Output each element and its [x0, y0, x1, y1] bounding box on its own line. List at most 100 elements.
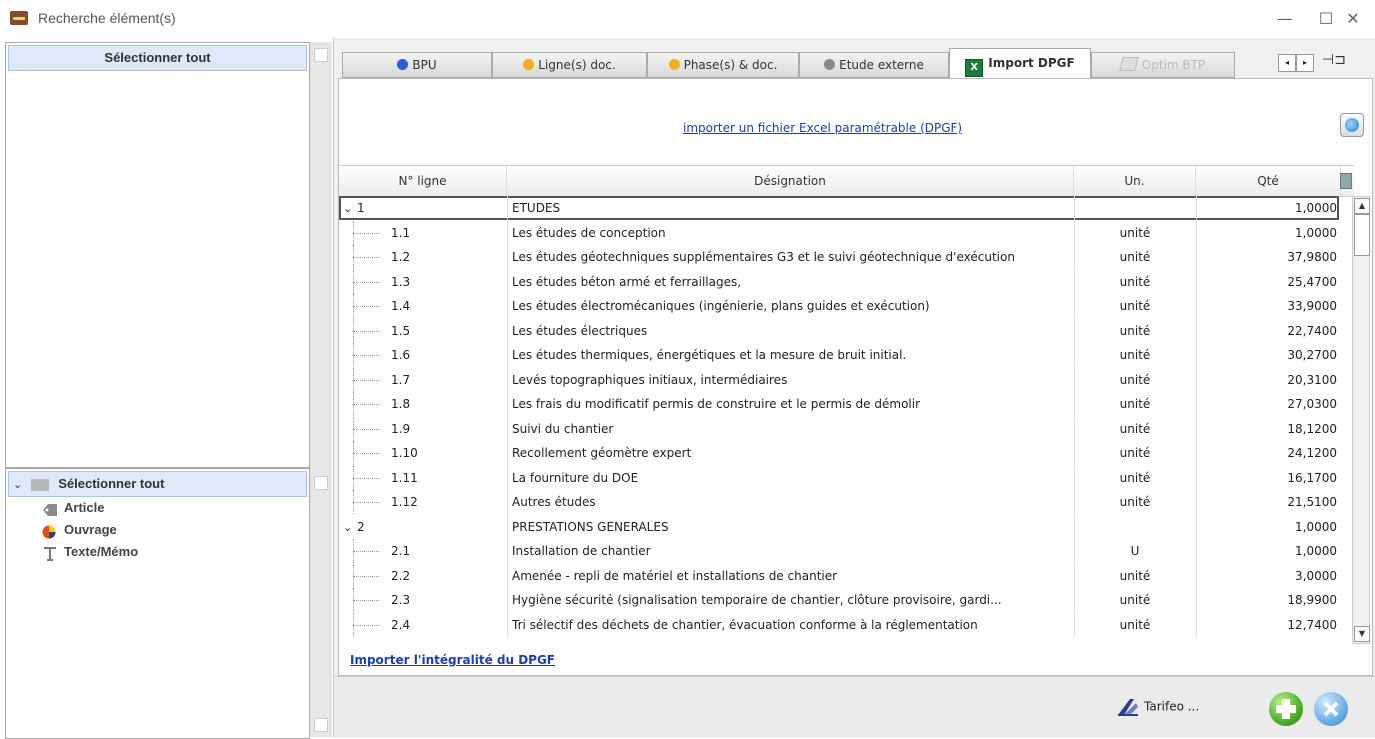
line-number-text: 1.6 — [391, 348, 411, 362]
tab-bpu[interactable]: BPU — [342, 52, 492, 78]
bottom-list-scrollbar[interactable] — [310, 468, 332, 737]
select-all-bottom-label: Sélectionner tout — [58, 476, 165, 491]
table-row[interactable]: 1.5 Les études électriques unité 22,7400 — [339, 318, 1341, 343]
cell-unit: unité — [1074, 392, 1195, 416]
column-header-designation[interactable]: Désignation — [507, 166, 1074, 196]
cell-quantity: 1,0000 — [1196, 196, 1341, 220]
cell-line-number: ⌄ 1 — [339, 196, 508, 220]
tree-connector — [353, 502, 379, 503]
tab-bar: BPU Ligne(s) doc. Phase(s) & doc. Etude … — [342, 48, 1372, 79]
table-row[interactable]: 2.3 Hygiène sécurité (signalisation tempo… — [339, 588, 1339, 612]
left-panel: Sélectionner tout ⌄ Sélectionner tout Ar… — [0, 38, 334, 739]
table-row[interactable]: 1.8 Les frais du modificatif permis de co… — [339, 392, 1339, 416]
column-chooser-icon[interactable] — [1340, 173, 1352, 189]
add-button[interactable] — [1269, 692, 1303, 726]
collapse-icon[interactable]: ⌄ — [13, 473, 27, 497]
line-number-text: 1.12 — [391, 495, 418, 509]
filter-list-top: Sélectionner tout — [5, 42, 310, 468]
line-number-text: 2.1 — [391, 544, 411, 558]
select-all-top[interactable]: Sélectionner tout — [8, 45, 307, 71]
cell-designation: Les études électromécaniques (ingénierie… — [507, 294, 1077, 318]
cell-quantity: 20,3100 — [1196, 367, 1341, 392]
minimize-button[interactable]: — — [1267, 6, 1303, 32]
tree-item-texte-memo[interactable]: Texte/Mémo — [42, 541, 138, 563]
table-row[interactable]: 1.1 Les études de conception unité 1,0000 — [339, 220, 1339, 245]
grid-header: N° ligne Désignation Un. Qté — [339, 165, 1354, 197]
table-row[interactable]: 2.2 Amenée - repli de matériel et install… — [339, 563, 1339, 588]
column-header-unit[interactable]: Un. — [1074, 166, 1196, 196]
pin-icon[interactable]: ⊣⊐ — [1322, 52, 1346, 68]
tab-label: Import DPGF — [988, 56, 1075, 70]
line-number-text: 2.4 — [391, 617, 411, 632]
tab-optim-btp[interactable]: Optim BTP — [1091, 52, 1235, 78]
table-row[interactable]: 1.6 Les études thermiques, énergétiques e… — [339, 343, 1339, 367]
tab-lignes-doc[interactable]: Ligne(s) doc. — [492, 52, 647, 78]
cell-unit: unité — [1074, 416, 1195, 441]
table-row[interactable]: 1.7 Levés topographiques initiaux, interm… — [339, 367, 1341, 392]
tab-import-dpgf[interactable]: X Import DPGF — [949, 48, 1091, 79]
excel-icon: X — [965, 59, 984, 77]
tab-scroll-right-button[interactable]: ▸ — [1296, 54, 1314, 72]
cell-unit: unité — [1074, 269, 1195, 294]
cell-quantity: 22,7400 — [1196, 318, 1341, 343]
expand-icon[interactable]: ⌄ — [343, 516, 357, 539]
tree-connector — [353, 551, 379, 552]
tab-etude-externe[interactable]: Etude externe — [799, 52, 949, 78]
line-number-text: 1.3 — [391, 274, 411, 289]
top-list-scrollbar[interactable] — [310, 42, 332, 468]
expand-icon[interactable]: ⌄ — [343, 197, 357, 220]
tree-label: Texte/Mémo — [64, 544, 139, 559]
cancel-button[interactable] — [1314, 692, 1348, 726]
cell-quantity: 27,0300 — [1196, 392, 1341, 416]
group-row[interactable]: ⌄ 2 PRESTATIONS GENERALES 1,0000 — [339, 514, 1339, 539]
app-icon — [10, 11, 28, 25]
group-row[interactable]: ⌄ 1 ETUDES 1,0000 — [339, 196, 1339, 220]
tab-scroll-left-button[interactable]: ◂ — [1278, 54, 1296, 72]
group-icon — [30, 478, 49, 491]
table-row[interactable]: 2.4 Tri sélectif des déchets de chantier,… — [339, 612, 1339, 637]
cell-quantity: 1,0000 — [1196, 539, 1341, 563]
table-row[interactable]: 2.1 Installation de chantier U 1,0000 — [339, 539, 1339, 563]
tree-item-article[interactable]: Article — [42, 497, 104, 519]
text-t-icon — [42, 546, 58, 561]
column-header-num[interactable]: N° ligne — [339, 166, 507, 196]
table-row[interactable]: 1.12 Autres études unité 21,5100 — [339, 490, 1339, 514]
cell-designation: Les études géotechniques supplémentaires… — [507, 245, 1077, 269]
import-excel-link[interactable]: importer un fichier Excel paramétrable (… — [683, 121, 962, 135]
orange-dot-icon — [523, 59, 535, 70]
table-row[interactable]: 1.2 Les études géotechniques supplémentai… — [339, 245, 1339, 269]
scroll-thumb[interactable] — [1354, 214, 1370, 256]
cell-quantity: 30,2700 — [1196, 343, 1341, 367]
cell-unit: unité — [1074, 245, 1195, 269]
tree-item-ouvrage[interactable]: Ouvrage — [42, 519, 117, 541]
line-number-text: 1.4 — [391, 299, 411, 313]
table-row[interactable]: 1.11 La fourniture du DOE unité 16,1700 — [339, 465, 1341, 490]
cell-quantity: 16,1700 — [1196, 465, 1341, 490]
table-row[interactable]: 1.4 Les études électromécaniques (ingénie… — [339, 294, 1339, 318]
cell-unit: unité — [1074, 294, 1195, 318]
table-row[interactable]: 1.10 Recollement géomètre expert unité 24,1… — [339, 441, 1339, 465]
table-row[interactable]: 1.3 Les études béton armé et ferraillages… — [339, 269, 1339, 294]
cell-designation: Les frais du modificatif permis de const… — [507, 392, 1077, 416]
tree-connector — [353, 600, 379, 601]
cell-designation: PRESTATIONS GENERALES — [507, 514, 1077, 539]
select-all-bottom[interactable]: ⌄ Sélectionner tout — [8, 471, 307, 497]
scroll-up-button[interactable]: ▲ — [1354, 198, 1370, 214]
tab-phases-doc[interactable]: Phase(s) & doc. — [647, 52, 799, 78]
cell-unit — [1074, 514, 1195, 539]
cell-unit: unité — [1074, 465, 1195, 490]
tab-label: BPU — [412, 58, 437, 72]
import-all-dpgf-link[interactable]: Importer l'intégralité du DPGF — [350, 653, 555, 667]
line-number-text: 1.9 — [391, 421, 411, 436]
tarifeo-button[interactable]: Tarifeo ... — [1116, 697, 1199, 717]
cell-unit: unité — [1074, 563, 1195, 588]
column-header-qty[interactable]: Qté — [1196, 166, 1341, 196]
close-button[interactable]: ✕ — [1335, 6, 1371, 32]
type-tree: ⌄ Sélectionner tout Article Ouvrage Text… — [5, 468, 310, 739]
refresh-button[interactable] — [1340, 113, 1364, 137]
cell-unit — [1074, 196, 1195, 220]
table-row[interactable]: 1.9 Suivi du chantier unité 18,1200 — [339, 416, 1339, 441]
cell-designation: Levés topographiques initiaux, intermédi… — [507, 367, 1077, 392]
scroll-down-button[interactable]: ▼ — [1354, 626, 1370, 642]
grid-scrollbar[interactable]: ▲ ▼ — [1352, 196, 1370, 644]
